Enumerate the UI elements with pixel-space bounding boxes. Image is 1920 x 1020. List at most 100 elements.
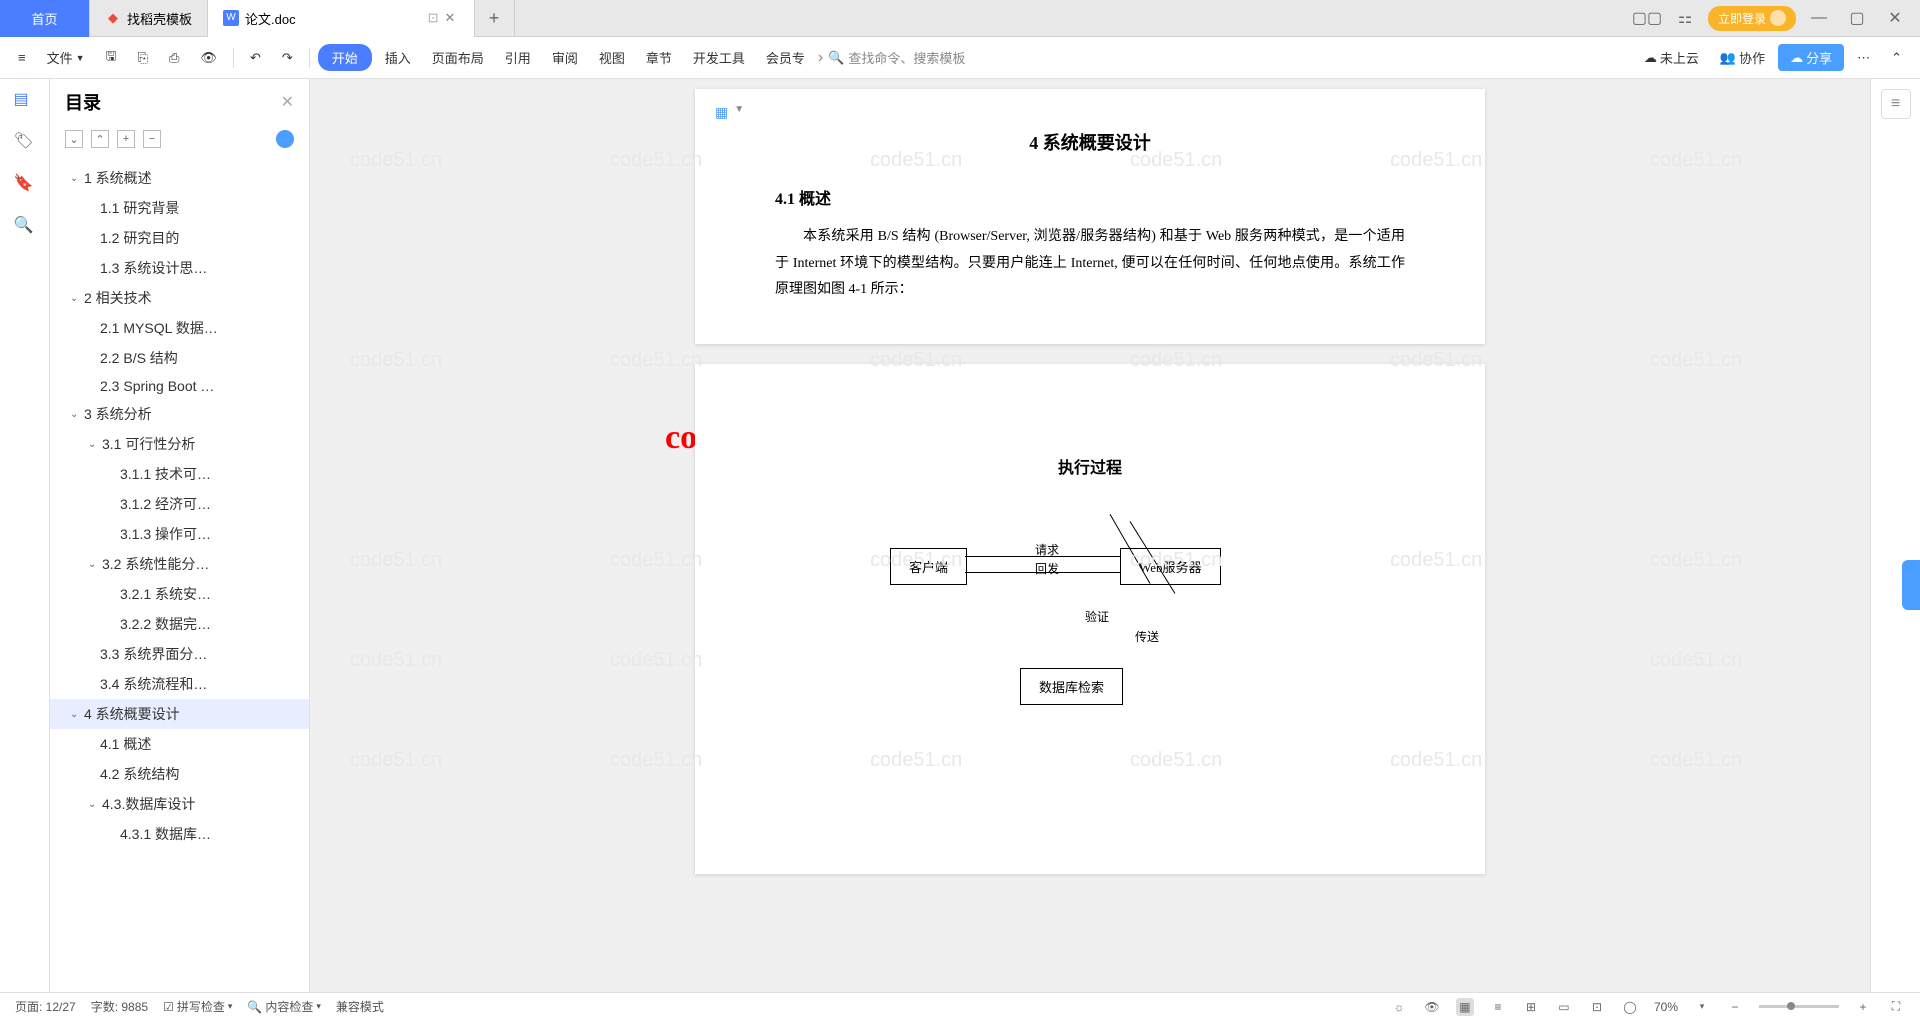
zoom-plus-icon[interactable]: +	[1854, 998, 1872, 1016]
collapse-all-icon[interactable]: ⌄	[65, 130, 83, 148]
outline-item[interactable]: ⌄4.3.数据库设计	[50, 789, 309, 819]
view-read-icon[interactable]: ⊞	[1522, 998, 1540, 1016]
outline-item[interactable]: 3.1.1 技术可…	[50, 459, 309, 489]
outline-item[interactable]: ⌄3.1 可行性分析	[50, 429, 309, 459]
view-web-icon[interactable]: ▭	[1555, 998, 1573, 1016]
spell-check[interactable]: ☑拼写检查▾	[163, 998, 232, 1015]
outline-tree[interactable]: ⌄1 系统概述1.1 研究背景 1.2 研究目的 1.3 系统设计思…⌄2 相关技术…	[50, 158, 309, 992]
menu-page-layout[interactable]: 页面布局	[424, 44, 492, 71]
menu-chapter[interactable]: 章节	[638, 44, 680, 71]
outline-item[interactable]: 3.4 系统流程和…	[50, 669, 309, 699]
diagram-label-response: 回发	[1035, 560, 1059, 577]
page-indicator[interactable]: 页面: 12/27	[15, 998, 76, 1015]
outline-item[interactable]: 1.2 研究目的	[50, 223, 309, 253]
diagram-box-server: Web服务器	[1120, 548, 1221, 585]
redo-icon[interactable]: ↷	[274, 46, 301, 70]
close-window-icon[interactable]: ✕	[1880, 3, 1910, 33]
page-dropdown-icon[interactable]: ▼	[734, 104, 744, 121]
close-icon[interactable]: ✕	[445, 10, 459, 26]
outline-item[interactable]: 3.1.2 经济可…	[50, 489, 309, 519]
outline-item[interactable]: ⌄1 系统概述	[50, 163, 309, 193]
bookmark-rail-icon[interactable]: 🔖	[14, 173, 36, 195]
outline-item[interactable]: 3.2.1 系统安…	[50, 579, 309, 609]
save-icon[interactable]: 🖫	[98, 43, 125, 73]
undo-icon[interactable]: ↶	[242, 46, 269, 70]
layout-icon[interactable]: ▢▢	[1632, 3, 1662, 33]
zoom-slider[interactable]	[1759, 1005, 1839, 1008]
zoom-out-icon[interactable]: ◯	[1621, 998, 1639, 1016]
outline-item[interactable]: 2.1 MYSQL 数据…	[50, 313, 309, 343]
outline-item[interactable]: 2.3 Spring Boot …	[50, 373, 309, 399]
save-as-icon[interactable]: ⎘	[130, 46, 156, 70]
outline-item-label: 1.2 研究目的	[100, 228, 179, 248]
content-check[interactable]: 🔍内容检查▾	[247, 998, 321, 1015]
window-mode-icon[interactable]: ⊡	[428, 10, 439, 26]
outline-item[interactable]: ⌄2 相关技术	[50, 283, 309, 313]
tab-home[interactable]: 首页	[0, 0, 90, 37]
file-label: 文件	[47, 48, 73, 67]
view-page-icon[interactable]: ▦	[1456, 998, 1474, 1016]
add-outline-icon[interactable]: +	[117, 130, 135, 148]
remove-outline-icon[interactable]: −	[143, 130, 161, 148]
menu-review[interactable]: 审阅	[544, 44, 586, 71]
zoom-minus-icon[interactable]: −	[1726, 998, 1744, 1016]
menu-view[interactable]: 视图	[591, 44, 633, 71]
menu-start[interactable]: 开始	[318, 44, 372, 71]
page-marker-icon[interactable]: ▦	[715, 104, 728, 121]
collapse-ribbon-icon[interactable]: ⌃	[1883, 46, 1910, 70]
outline-item[interactable]: 3.3 系统界面分…	[50, 639, 309, 669]
print-icon[interactable]: ⎙	[161, 46, 187, 70]
tab-template[interactable]: ◆ 找稻壳模板	[90, 0, 208, 37]
preview-icon[interactable]: 👁	[192, 46, 225, 70]
menu-dev-tools[interactable]: 开发工具	[685, 44, 753, 71]
tag-rail-icon[interactable]: 🏷	[14, 131, 36, 153]
login-button[interactable]: 立即登录	[1708, 6, 1796, 31]
fit-width-icon[interactable]: ⊡	[1588, 998, 1606, 1016]
apps-icon[interactable]: ⚏	[1670, 3, 1700, 33]
outline-item[interactable]: 1.3 系统设计思…	[50, 253, 309, 283]
share-button[interactable]: ☁分享	[1778, 44, 1844, 71]
toolbar: ≡ 文件 ▼ 🖫 ⎘ ⎙ 👁 ↶ ↷ 开始 插入 页面布局 引用 审阅 视图 章…	[0, 37, 1920, 79]
outline-item[interactable]: 3.1.3 操作可…	[50, 519, 309, 549]
outline-title: 目录	[65, 89, 101, 115]
menu-insert[interactable]: 插入	[377, 44, 419, 71]
zoom-dropdown-icon[interactable]: ▾	[1693, 998, 1711, 1016]
tab-document[interactable]: W 论文.doc ⊡ ✕	[208, 0, 474, 37]
outline-item[interactable]: ⌄4 系统概要设计	[50, 699, 309, 729]
search-rail-icon[interactable]: 🔍	[14, 215, 36, 237]
outline-item[interactable]: 2.2 B/S 结构	[50, 343, 309, 373]
menu-member[interactable]: 会员专	[758, 44, 813, 71]
expand-all-icon[interactable]: ⌃	[91, 130, 109, 148]
file-menu[interactable]: 文件 ▼	[39, 44, 93, 71]
outline-rail-icon[interactable]: ▤	[14, 89, 36, 111]
close-panel-icon[interactable]: ✕	[281, 92, 294, 112]
sync-icon[interactable]	[276, 130, 294, 148]
outline-item[interactable]: 4.3.1 数据库…	[50, 819, 309, 849]
outline-item[interactable]: 4.2 系统结构	[50, 759, 309, 789]
feedback-tab[interactable]	[1902, 560, 1920, 610]
minimize-icon[interactable]: —	[1804, 3, 1834, 33]
menu-button[interactable]: ≡	[10, 46, 34, 69]
zoom-level[interactable]: 70%	[1654, 1000, 1678, 1014]
outline-item[interactable]: 3.2.2 数据完…	[50, 609, 309, 639]
document-area[interactable]: ▦ ▼ 4 系统概要设计 4.1 概述 本系统采用 B/S 结构 (Browse…	[310, 79, 1870, 992]
tab-add-button[interactable]: +	[475, 0, 515, 37]
outline-item[interactable]: ⌄3.2 系统性能分…	[50, 549, 309, 579]
menu-reference[interactable]: 引用	[497, 44, 539, 71]
outline-item[interactable]: 4.1 概述	[50, 729, 309, 759]
outline-item[interactable]: 1.1 研究背景	[50, 193, 309, 223]
word-count[interactable]: 字数: 9885	[91, 998, 148, 1015]
panel-toggle-icon[interactable]: ≡	[1881, 89, 1911, 119]
maximize-icon[interactable]: ▢	[1842, 3, 1872, 33]
more-menu-icon[interactable]: ⋯	[1849, 46, 1878, 70]
more-icon[interactable]: ›	[818, 49, 823, 67]
fullscreen-icon[interactable]: ⛶	[1887, 998, 1905, 1016]
eye-icon[interactable]: 👁	[1423, 998, 1441, 1016]
view-outline-icon[interactable]: ≡	[1489, 998, 1507, 1016]
command-search[interactable]: 🔍 查找命令、搜索模板	[828, 48, 965, 67]
cloud-icon: ☁	[1644, 50, 1657, 66]
brightness-icon[interactable]: ☼	[1390, 998, 1408, 1016]
collab-button[interactable]: 👥协作	[1712, 44, 1773, 71]
cloud-status[interactable]: ☁未上云	[1636, 44, 1707, 71]
outline-item[interactable]: ⌄3 系统分析	[50, 399, 309, 429]
